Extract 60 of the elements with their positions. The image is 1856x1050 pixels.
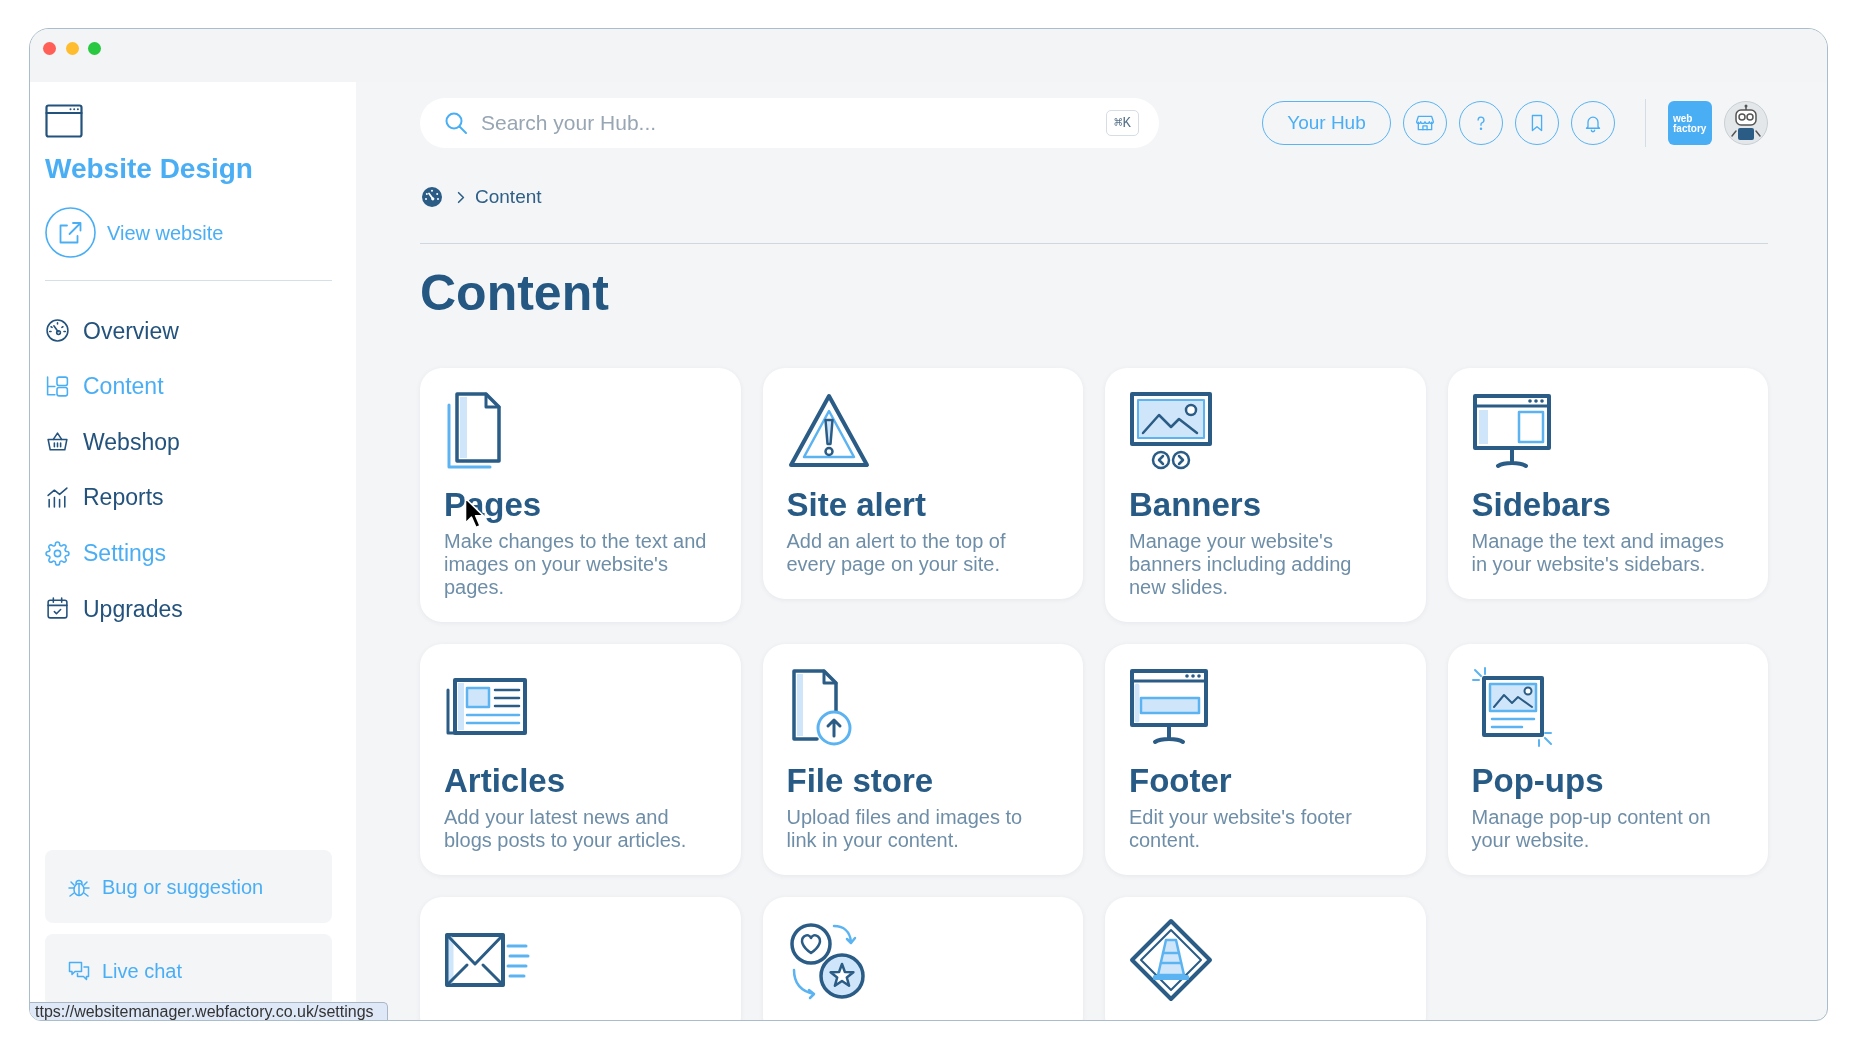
content-card[interactable]: Articles Add your latest news and blogs posts to your articles. <box>420 644 741 875</box>
logo: web factory <box>1668 101 1712 145</box>
shortcut-key: ⌘K <box>1106 110 1139 136</box>
search-icon <box>444 111 468 135</box>
breadcrumb-link[interactable]: Content <box>475 182 542 212</box>
monitor-icon <box>1129 667 1209 747</box>
card-description: Make changes to the text and images on your website's pages. <box>444 530 708 599</box>
search-field[interactable]: Search your Hub... ⌘K <box>420 98 1159 148</box>
card-description: Add your latest news and blogs posts to your articles. <box>444 806 688 852</box>
nav-item[interactable]: Reports <box>45 469 164 526</box>
nav-item[interactable]: Overview <box>45 303 179 359</box>
content-card[interactable]: Sidebars Manage the text and images in your website's sidebars. <box>1447 368 1768 599</box>
card-description: Manage pop-up content on your website. <box>1471 806 1712 852</box>
card-title: File store <box>786 762 935 800</box>
card-description: Edit your website's footer content. <box>1129 806 1353 852</box>
nav-item[interactable]: Upgrades <box>45 580 183 637</box>
card-title: Banners <box>1129 486 1263 524</box>
sidebar-title: Website Design <box>45 152 254 186</box>
picture-frame-icon <box>1129 391 1213 471</box>
content-card[interactable]: File store Upload files and images to link in your content. <box>762 644 1083 875</box>
nav-item[interactable]: Webshop <box>45 414 180 470</box>
browser-window-icon <box>45 104 83 138</box>
calendar-check-icon <box>45 596 70 622</box>
folder-tree-icon <box>45 373 70 399</box>
settings-icon <box>45 540 70 566</box>
bar-chart-icon <box>45 485 70 511</box>
content-card[interactable]: Footer Edit your website's footer content. <box>1105 644 1426 875</box>
gauge-icon[interactable] <box>422 187 442 207</box>
search-input[interactable]: Search your Hub... <box>481 107 1094 139</box>
card-description: Manage your website's banners including adding new slides. <box>1129 530 1353 599</box>
page-title: Content <box>420 265 610 321</box>
card-title: Footer <box>1129 762 1233 800</box>
chevron-right-icon <box>457 190 465 204</box>
content-card[interactable] <box>420 897 741 1020</box>
content-card[interactable]: Site alert Add an alert to the top of every page on your site. <box>762 368 1083 599</box>
minimize-window-button[interactable] <box>65 42 79 55</box>
card-title: Sidebars <box>1471 486 1612 524</box>
newspaper-icon <box>444 676 528 738</box>
monitor-icon <box>1471 391 1552 471</box>
card-title: Articles <box>444 762 567 800</box>
robot-avatar[interactable] <box>1724 101 1768 145</box>
gauge-icon <box>45 318 70 344</box>
card-description: Upload files and images to link in your content. <box>786 806 1024 852</box>
warning-triangle-icon <box>786 392 871 470</box>
maximize-window-button[interactable] <box>88 42 101 55</box>
content-card[interactable]: Pop-ups Manage pop-up content on your website. <box>1447 644 1768 875</box>
traffic-cone-sign-icon <box>1129 918 1213 1002</box>
store-icon <box>1415 113 1435 133</box>
card-description: Add an alert to the top of every page on your site. <box>786 530 1007 576</box>
picture-window-icon <box>1471 667 1552 747</box>
card-description: Manage the text and images in your website's sidebars. <box>1471 530 1725 576</box>
content-card[interactable] <box>1105 897 1426 1020</box>
close-window-button[interactable] <box>43 42 56 55</box>
card-title: Pop-ups <box>1471 762 1605 800</box>
content-card[interactable] <box>762 897 1083 1020</box>
external-link-icon <box>45 207 96 258</box>
content-card[interactable]: Banners Manage your website's banners including adding new slides. <box>1105 368 1426 622</box>
card-title: Site alert <box>786 486 927 524</box>
status-url-tooltip: ttps://websitemanager.webfactory.co.uk/settings <box>30 1002 388 1020</box>
envelope-icon <box>444 930 530 990</box>
